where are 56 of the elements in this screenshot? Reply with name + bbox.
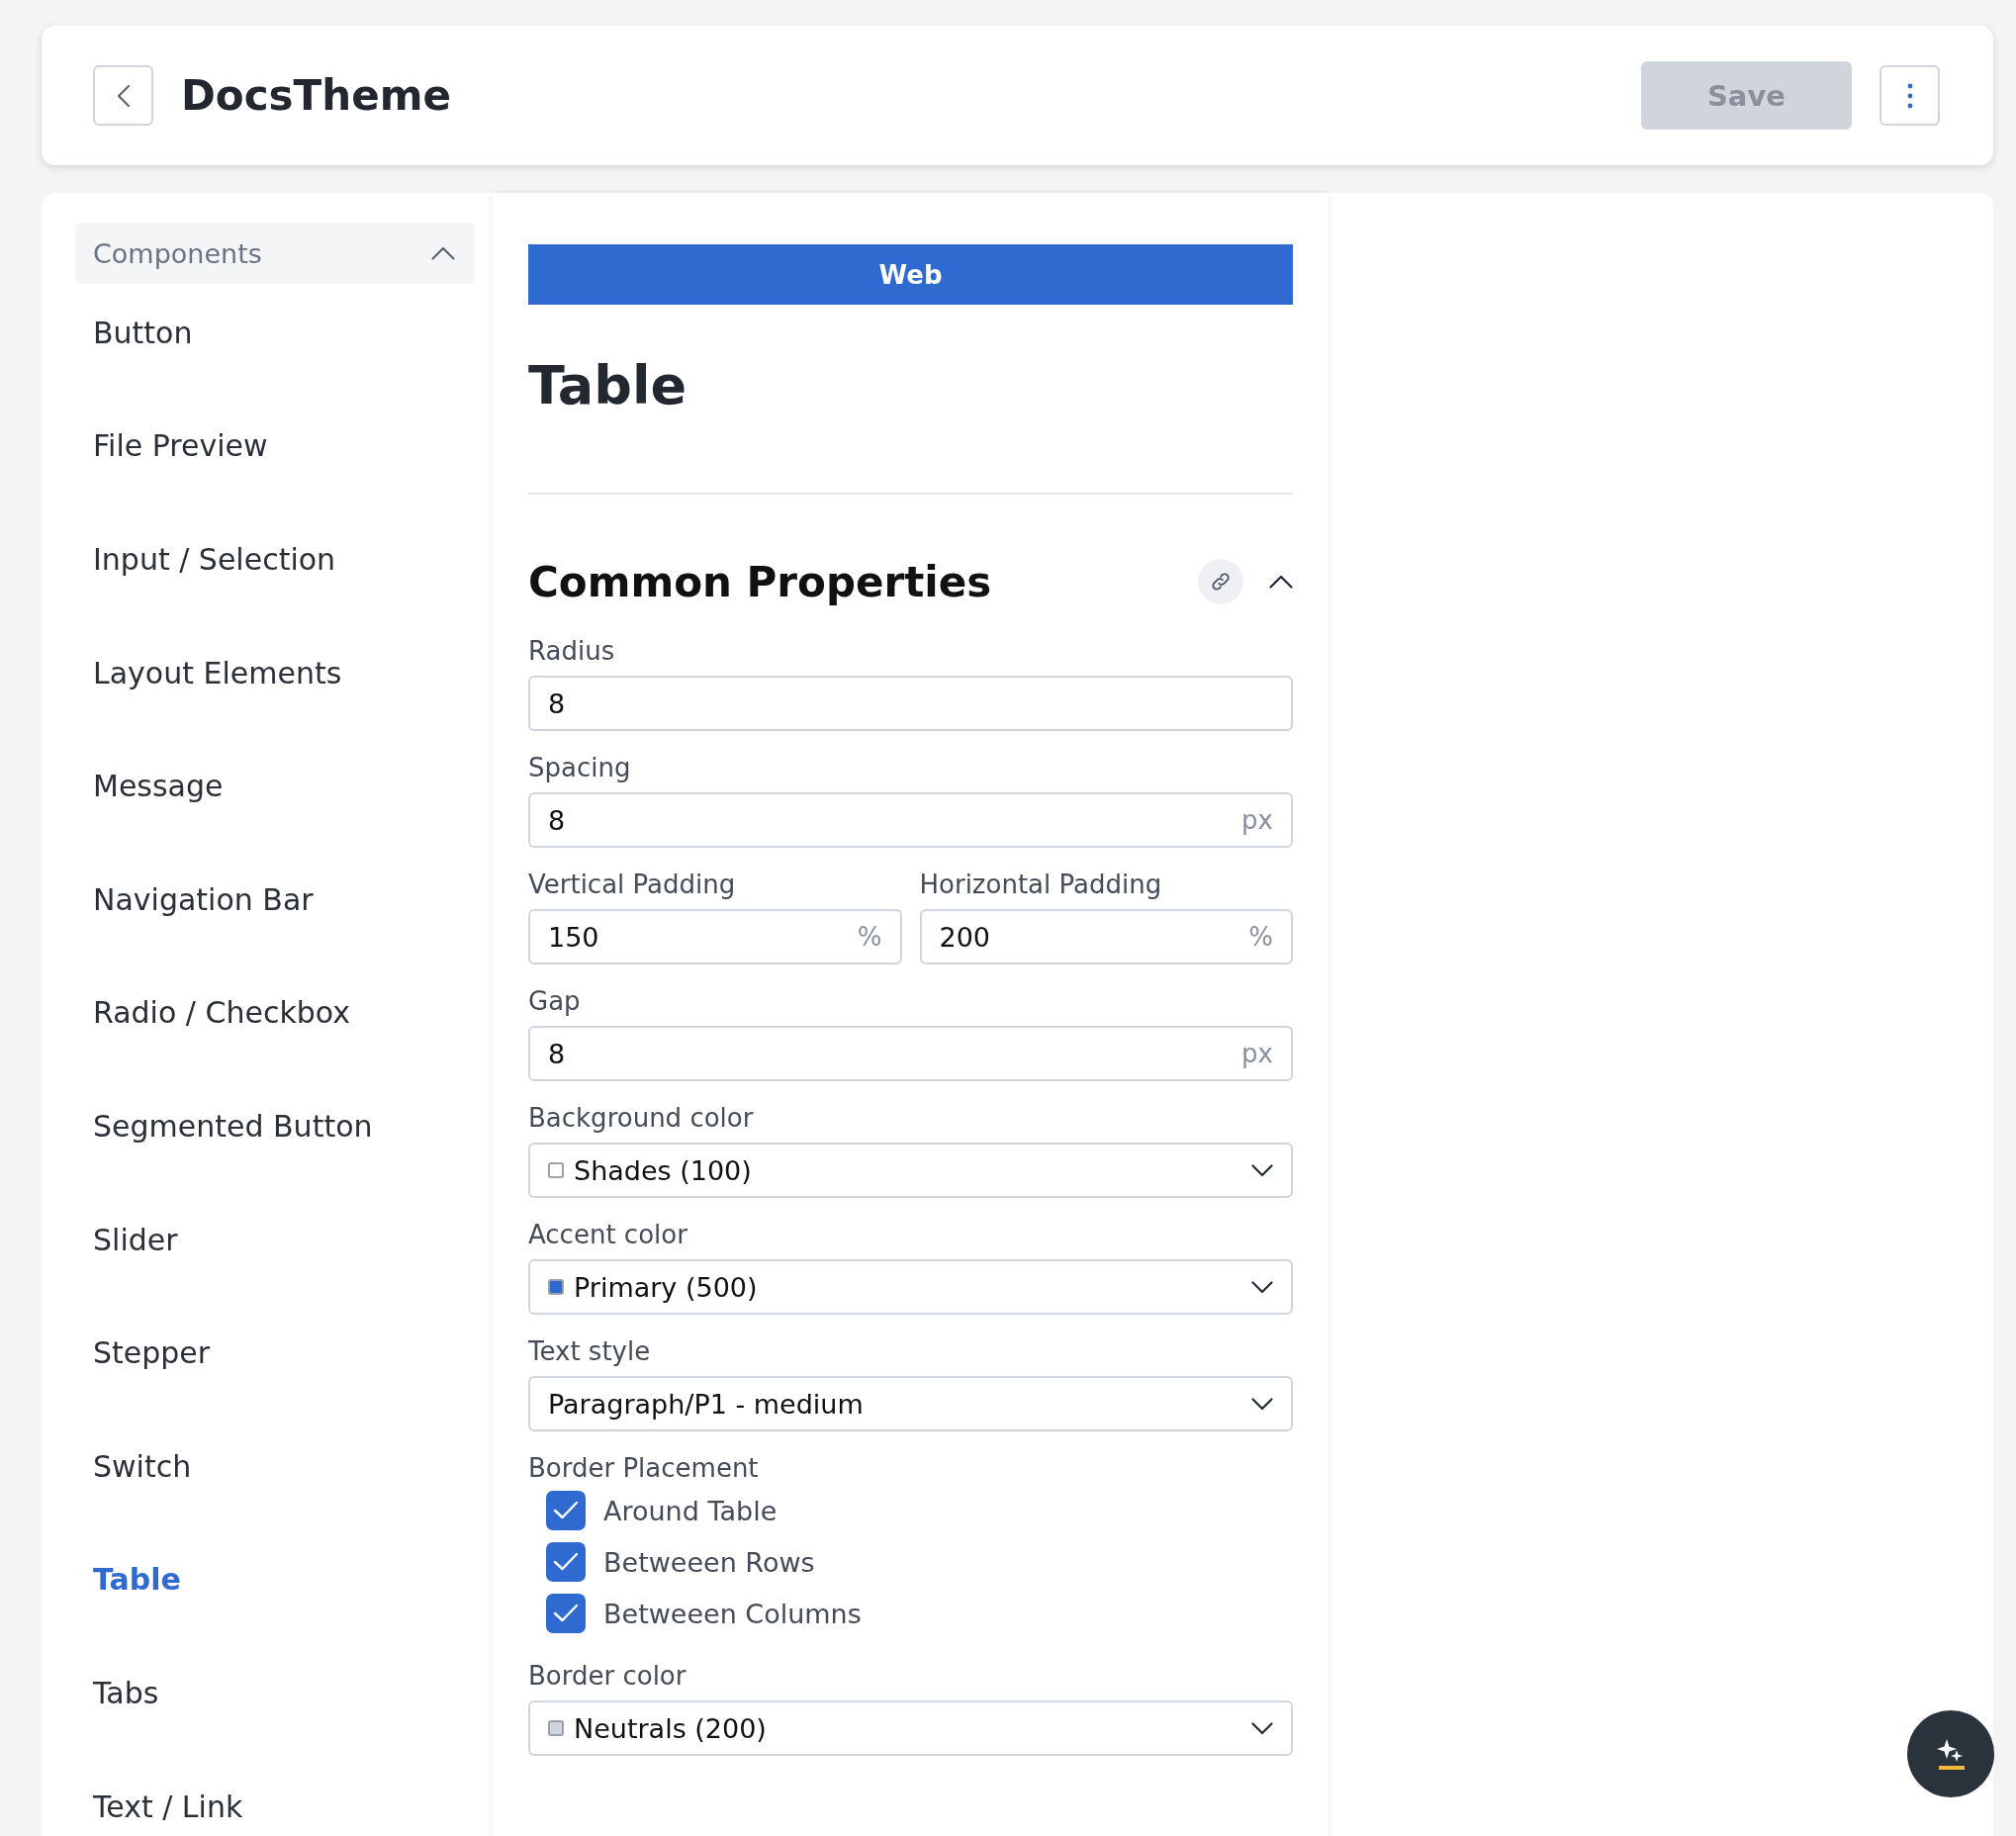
section-title: Common Properties [528,557,993,606]
dropdown[interactable]: Paragraph/P1 - medium [528,1376,1293,1431]
field-label: Gap [528,985,582,1018]
field-label: Horizontal Padding [919,869,1163,901]
input-field[interactable]: 150 % [528,909,902,964]
input-field[interactable]: 8 px [528,1026,1293,1081]
more-vertical-icon [1906,82,1913,109]
sidebar-item[interactable]: File Preview [93,428,268,464]
checkbox-label: Betweeen Rows [603,1546,815,1578]
sidebar-item[interactable]: Text / Link [93,1789,243,1824]
chevron-down-icon [1251,1280,1273,1294]
dropdown[interactable]: Neutrals (200) [528,1700,1293,1756]
section-header[interactable]: Components [75,223,475,284]
checkmark-icon [553,1501,579,1520]
sidebar-item[interactable]: Slider [93,1222,178,1257]
checkbox-label: Around Table [603,1495,778,1526]
sidebar-item[interactable]: Segmented Button [93,1108,373,1144]
chevron-down-icon [1251,1163,1273,1177]
sidebar-item[interactable]: Switch [93,1448,192,1484]
sidebar-item[interactable]: Radio / Checkbox [93,995,350,1031]
field-label: Border color [528,1660,687,1693]
chevron-up-icon[interactable] [431,246,455,260]
checkbox[interactable] [546,1491,586,1530]
checkbox[interactable] [546,1594,586,1633]
chevron-down-icon [1251,1721,1273,1735]
checkmark-icon [553,1552,579,1572]
input-field[interactable]: 200 % [919,909,1293,964]
sidebar-item[interactable]: Layout Elements [93,655,342,690]
platform-tab[interactable]: Web [528,244,1293,305]
sidebar-item[interactable]: Message [93,769,224,804]
input-field[interactable]: 8 [528,676,1293,731]
dropdown[interactable]: Primary (500) [528,1259,1293,1315]
field-label: Vertical Padding [528,869,737,901]
sidebar-item[interactable]: Table [93,1562,181,1598]
collapse-chevron-icon[interactable] [1269,575,1293,589]
field-label: Radius [528,635,616,668]
field-label: Spacing [528,752,632,784]
sidebar-item[interactable]: Tabs [93,1675,159,1710]
chevron-down-icon [1251,1397,1273,1411]
sidebar-item[interactable]: Stepper [93,1335,211,1371]
sidebar-item[interactable]: Button [93,315,193,350]
link-icon[interactable] [1198,559,1243,604]
sidebar-item[interactable]: Navigation Bar [93,881,314,917]
checkbox-label: Betweeen Columns [603,1598,862,1629]
dropdown[interactable]: Shades (100) [528,1143,1293,1198]
field-label: Background color [528,1102,755,1135]
field-label: Accent color [528,1219,688,1251]
component-title: Table [528,354,688,418]
checkbox[interactable] [546,1542,586,1582]
field-label: Text style [528,1335,652,1368]
checkmark-icon [553,1604,579,1623]
sparkle-icon [1936,1737,1966,1771]
field-label: Border Placement [528,1452,760,1485]
page-title: DocsTheme [181,71,452,120]
sidebar-item[interactable]: Input / Selection [93,542,336,577]
input-field[interactable]: 8 px [528,792,1293,848]
